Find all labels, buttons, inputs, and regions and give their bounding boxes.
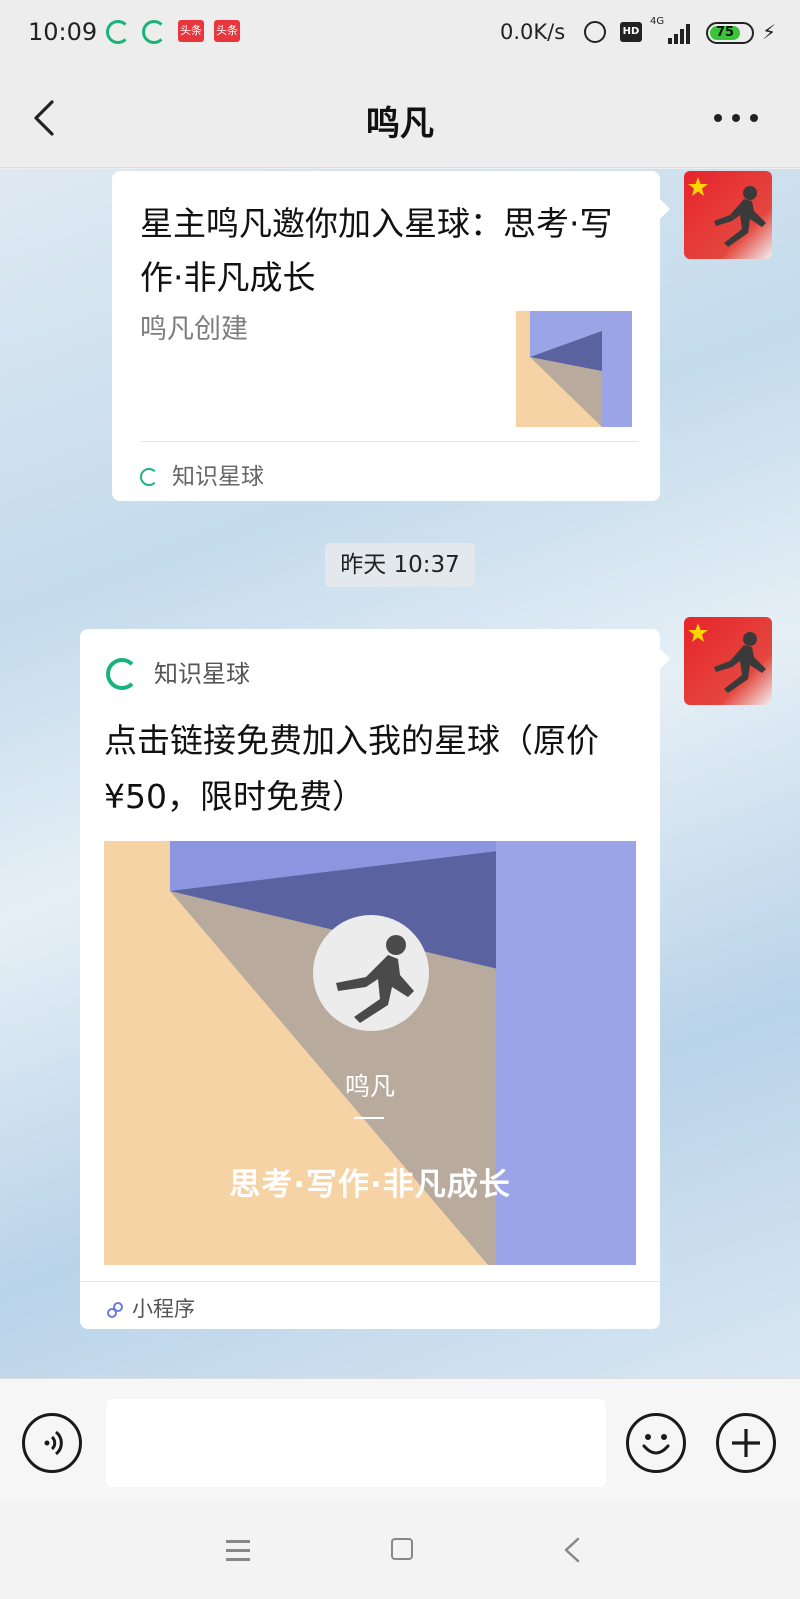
signal-icon — [668, 22, 694, 44]
message-input[interactable] — [106, 1399, 606, 1487]
status-time: 10:09 — [28, 18, 98, 46]
network-type: 4G — [650, 16, 665, 27]
cover-slogan: 思考·写作·非凡成长 — [229, 1167, 511, 1203]
zsxq-logo-icon — [106, 658, 138, 690]
input-bar — [0, 1378, 800, 1502]
mini-program-card[interactable]: 知识星球 点击链接免费加入我的星球（原价¥50，限时免费） 鸣凡 思考·写作·非… — [80, 629, 660, 1329]
home-nav-button[interactable] — [391, 1538, 413, 1560]
cover-name: 鸣凡 — [344, 1072, 395, 1101]
message-timestamp: 昨天 10:37 — [325, 543, 475, 587]
chat-area[interactable]: 星主鸣凡邀你加入星球：思考·写作·非凡成长 鸣凡创建 知识星球 昨天 10:37… — [0, 169, 800, 1378]
chat-header: 鸣凡 — [0, 68, 800, 168]
emoji-button[interactable] — [626, 1413, 686, 1473]
battery-level: 75 — [710, 26, 740, 40]
toutiao-notification-icon: 头条 — [214, 20, 240, 42]
hd-icon: HD — [620, 22, 642, 42]
charging-icon: ⚡ — [762, 20, 777, 44]
avatar[interactable] — [684, 617, 772, 705]
mini-program-title: 点击链接免费加入我的星球（原价¥50，限时免费） — [104, 721, 599, 816]
chevron-left-icon — [564, 1537, 580, 1563]
zsxq-notification-icon — [106, 20, 130, 44]
cover-divider — [354, 1117, 384, 1119]
status-bar: 10:09 头条 头条 0.0K/s HD 4G 75 ⚡ — [0, 0, 800, 68]
mini-program-header: 知识星球 — [106, 655, 250, 693]
chat-title: 鸣凡 — [366, 104, 434, 144]
mini-program-footer: 小程序 — [106, 1293, 195, 1323]
invite-card-source: 知识星球 — [140, 457, 264, 491]
emoji-icon — [642, 1434, 670, 1455]
mini-program-cover-image: 鸣凡 思考·写作·非凡成长 — [104, 841, 636, 1265]
zsxq-icon — [140, 468, 158, 486]
voice-button[interactable] — [22, 1413, 82, 1473]
plus-button[interactable] — [716, 1413, 776, 1473]
invite-card-title: 星主鸣凡邀你加入星球：思考·写作·非凡成长 — [140, 204, 613, 297]
invite-card-subtitle: 鸣凡创建 — [140, 314, 248, 345]
more-button[interactable] — [714, 114, 758, 124]
system-nav-bar — [0, 1502, 800, 1599]
voice-icon — [44, 1430, 63, 1456]
plus-icon — [732, 1429, 760, 1457]
divider — [140, 441, 638, 442]
toutiao-notification-icon: 头条 — [178, 20, 204, 42]
back-nav-button[interactable] — [560, 1536, 586, 1564]
battery-icon: 75 — [706, 22, 754, 44]
invite-card[interactable]: 星主鸣凡邀你加入星球：思考·写作·非凡成长 鸣凡创建 知识星球 — [112, 171, 660, 501]
alarm-icon — [584, 21, 606, 43]
mini-program-icon — [107, 1302, 123, 1318]
divider — [80, 1281, 660, 1282]
network-speed: 0.0K/s — [500, 20, 566, 44]
menu-nav-button[interactable] — [226, 1540, 250, 1561]
zsxq-notification-icon — [142, 20, 166, 44]
avatar[interactable] — [684, 171, 772, 259]
invite-card-thumbnail — [516, 311, 632, 427]
